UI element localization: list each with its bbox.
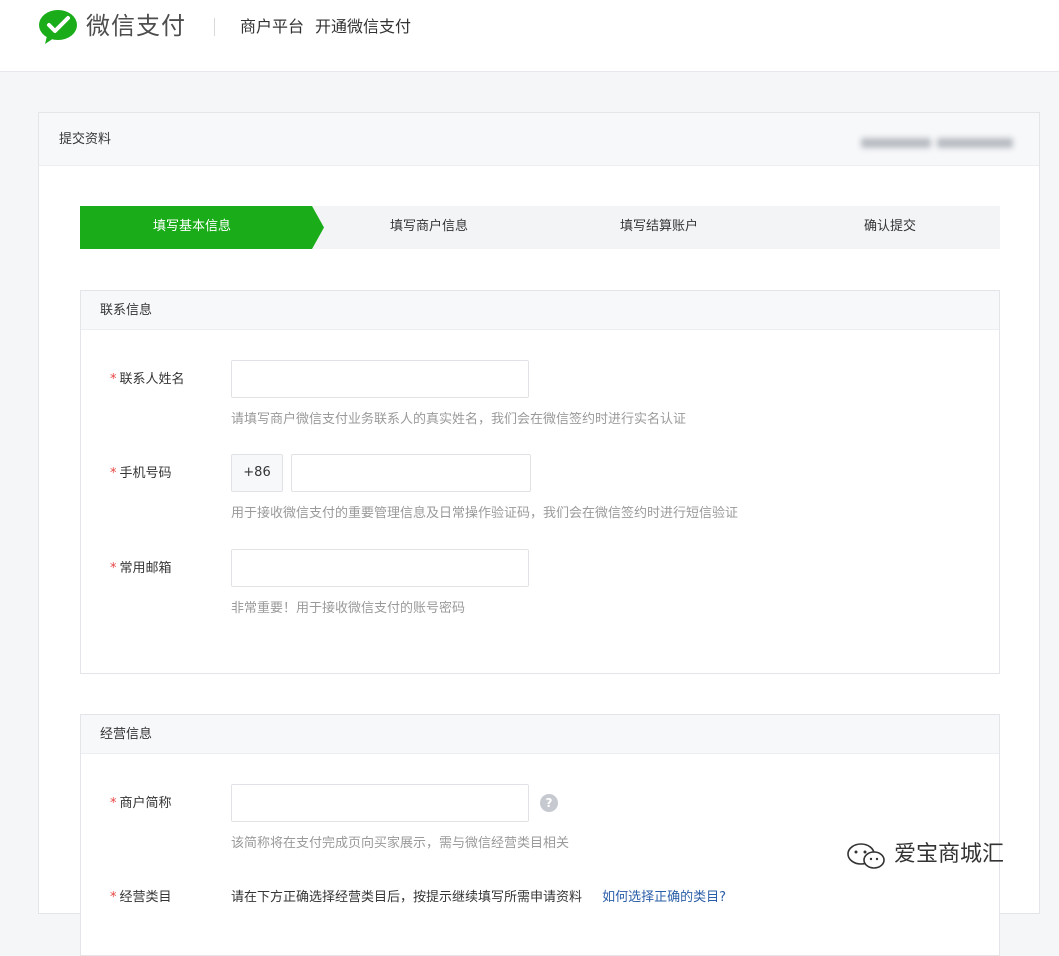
business-section-title: 经营信息 bbox=[100, 727, 153, 742]
watermark-text: 爱宝商城汇 bbox=[894, 842, 1005, 867]
step-settlement-account: 填写结算账户 bbox=[620, 219, 699, 234]
question-mark-icon[interactable]: ? bbox=[540, 794, 558, 812]
wechat-pay-logo-icon[interactable] bbox=[38, 8, 78, 46]
contact-info-section: 联系信息 * 联系人姓名 请填写商户微信支付业务联系人的真实姓名，我们会在微信签约… bbox=[80, 290, 1000, 674]
phone-hint: 用于接收微信支付的重要管理信息及日常操作验证码，我们会在微信签约时进行短信验证 bbox=[231, 506, 739, 521]
contact-name-label-text: 联系人姓名 bbox=[119, 372, 185, 387]
contact-section-header: 联系信息 bbox=[81, 291, 999, 330]
how-to-choose-category-link[interactable]: 如何选择正确的类目? bbox=[602, 890, 726, 905]
short-name-hint: 该简称将在支付完成页向买家展示，需与微信经营类目相关 bbox=[231, 836, 570, 851]
step-merchant-info: 填写商户信息 bbox=[390, 219, 469, 234]
submit-card: 提交资料 填写基本信息 填写商户信息 填写结算账户 确认提交 联系信息 * 联系人… bbox=[38, 112, 1040, 956]
required-mark: * bbox=[110, 796, 117, 811]
required-mark: * bbox=[110, 466, 117, 481]
logo-text[interactable]: 微信支付 bbox=[86, 9, 186, 43]
contact-section-title: 联系信息 bbox=[100, 303, 153, 318]
category-label: * 经营类目 bbox=[110, 889, 172, 907]
short-name-input[interactable] bbox=[231, 784, 529, 822]
step-confirm-submit: 确认提交 bbox=[864, 219, 917, 234]
category-hint-text: 请在下方正确选择经营类目后，按提示继续填写所需申请资料 bbox=[231, 890, 583, 905]
phone-label-text: 手机号码 bbox=[119, 466, 172, 481]
email-label-text: 常用邮箱 bbox=[119, 561, 172, 576]
progress-stepper: 填写基本信息 填写商户信息 填写结算账户 确认提交 bbox=[80, 206, 1000, 249]
card-title: 提交资料 bbox=[59, 132, 112, 147]
category-label-text: 经营类目 bbox=[119, 890, 172, 905]
nav-open-wechat-pay[interactable]: 开通微信支付 bbox=[315, 16, 411, 38]
required-mark: * bbox=[110, 561, 117, 576]
short-name-label-text: 商户简称 bbox=[119, 796, 172, 811]
email-input[interactable] bbox=[231, 549, 529, 587]
nav-merchant-platform[interactable]: 商户平台 bbox=[240, 16, 304, 38]
phone-input[interactable] bbox=[291, 454, 531, 492]
short-name-label: * 商户简称 bbox=[110, 795, 172, 813]
contact-name-hint: 请填写商户微信支付业务联系人的真实姓名，我们会在微信签约时进行实名认证 bbox=[231, 412, 687, 427]
header-divider bbox=[214, 18, 215, 36]
business-info-section: 经营信息 * 商户简称 ? 该简称将在支付完成页向买家展示，需与微信经营类目相关 … bbox=[80, 714, 1000, 956]
phone-country-code: +86 bbox=[231, 454, 283, 492]
category-hint: 请在下方正确选择经营类目后，按提示继续填写所需申请资料 如何选择正确的类目? bbox=[231, 889, 726, 907]
contact-name-input[interactable] bbox=[231, 360, 529, 398]
watermark: 爱宝商城汇 bbox=[846, 838, 1036, 872]
step-basic-info: 填写基本信息 bbox=[153, 219, 232, 234]
card-header: 提交资料 bbox=[39, 113, 1039, 166]
phone-label: * 手机号码 bbox=[110, 465, 172, 483]
top-header: 微信支付 商户平台 开通微信支付 bbox=[0, 0, 1059, 72]
email-hint: 非常重要！用于接收微信支付的账号密码 bbox=[231, 601, 466, 616]
business-section-header: 经营信息 bbox=[81, 715, 999, 754]
contact-name-label: * 联系人姓名 bbox=[110, 371, 185, 389]
required-mark: * bbox=[110, 890, 117, 905]
email-label: * 常用邮箱 bbox=[110, 560, 172, 578]
wechat-chat-bubbles-icon bbox=[847, 843, 885, 869]
account-info-blurred bbox=[861, 133, 1021, 148]
required-mark: * bbox=[110, 372, 117, 387]
